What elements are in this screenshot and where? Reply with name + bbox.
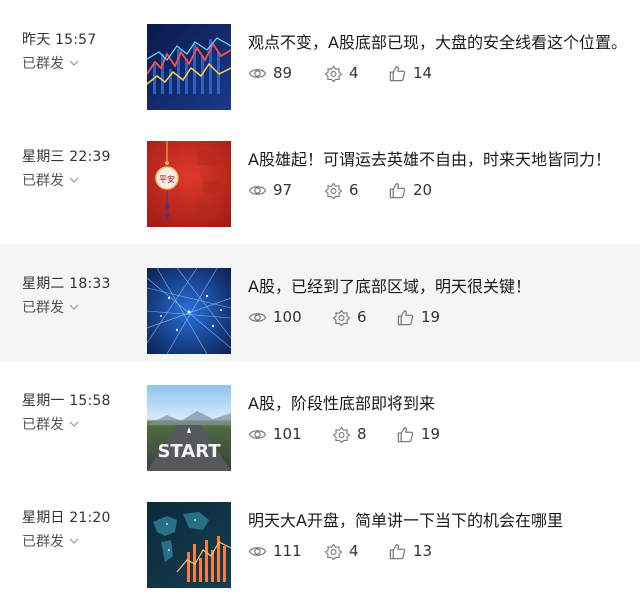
publish-status-label: 已群发: [22, 300, 64, 316]
likes-count: 19: [421, 308, 441, 326]
thumbs-up-icon: [389, 543, 406, 559]
shares-count: 4: [349, 542, 359, 560]
views-stat: 101: [248, 424, 302, 444]
publish-status[interactable]: 已群发: [22, 53, 80, 73]
publish-time: 星期三 22:39: [22, 149, 111, 165]
chevron-down-icon: [69, 177, 79, 183]
share-icon: [324, 182, 343, 199]
article-row[interactable]: 星期日 21:20 已群发 明天大A开盘，简单讲一下当下的机会在哪里 111 4…: [0, 478, 640, 595]
eye-icon: [248, 185, 267, 195]
likes-stat: 13: [388, 541, 432, 561]
start-road-thumbnail[interactable]: START: [147, 385, 231, 471]
publish-status[interactable]: 已群发: [22, 170, 80, 190]
shares-count: 6: [357, 308, 367, 326]
article-list: 昨天 15:57 已群发 观点不变，A股底部已现，大盘的安全线看这个位置。 89…: [0, 0, 640, 589]
shares-stat: 6: [324, 180, 359, 200]
publish-status-label: 已群发: [22, 173, 64, 189]
thumbs-up-icon: [389, 182, 406, 198]
publish-status-label: 已群发: [22, 417, 64, 433]
views-count: 100: [273, 308, 302, 326]
publish-status[interactable]: 已群发: [22, 531, 80, 551]
publish-time: 星期一 15:58: [22, 393, 111, 409]
views-stat: 111: [248, 541, 302, 561]
share-icon: [332, 309, 351, 326]
eye-icon: [248, 546, 267, 556]
thumbs-up-icon: [389, 65, 406, 81]
stock-chart-thumbnail[interactable]: [147, 24, 231, 110]
publish-time: 星期二 18:33: [22, 276, 111, 292]
shares-count: 4: [349, 64, 359, 82]
views-stat: 100: [248, 307, 302, 327]
road-text: START: [157, 441, 221, 462]
article-row[interactable]: 星期一 15:58 已群发 START A股，阶段性底部即将到来 101 8 1…: [0, 361, 640, 478]
shares-stat: 4: [324, 541, 359, 561]
share-icon: [332, 426, 351, 443]
views-stat: 89: [248, 63, 292, 83]
likes-stat: 19: [396, 424, 440, 444]
shares-stat: 4: [324, 63, 359, 83]
share-icon: [324, 543, 343, 560]
views-count: 97: [273, 181, 293, 199]
article-row[interactable]: 昨天 15:57 已群发 观点不变，A股底部已现，大盘的安全线看这个位置。 89…: [0, 0, 640, 117]
views-count: 101: [273, 425, 302, 443]
network-lines-thumbnail[interactable]: [147, 268, 231, 354]
article-row[interactable]: 星期三 22:39 已群发 平安 A股雄起！可谓运去英雄不自由，时来天地皆同力！: [0, 117, 640, 234]
publish-time: 昨天 15:57: [22, 32, 97, 48]
article-title[interactable]: 观点不变，A股底部已现，大盘的安全线看这个位置。: [248, 29, 627, 53]
thumbs-up-icon: [397, 426, 414, 442]
eye-icon: [248, 312, 267, 322]
shares-stat: 6: [332, 307, 367, 327]
red-lantern-thumbnail[interactable]: 平安: [147, 141, 231, 227]
eye-icon: [248, 68, 267, 78]
shares-stat: 8: [332, 424, 367, 444]
likes-stat: 14: [388, 63, 432, 83]
article-title[interactable]: A股，阶段性底部即将到来: [248, 390, 435, 414]
likes-count: 13: [413, 542, 433, 560]
views-stat: 97: [248, 180, 292, 200]
article-title[interactable]: 明天大A开盘，简单讲一下当下的机会在哪里: [248, 507, 563, 531]
chevron-down-icon: [69, 304, 79, 310]
likes-stat: 19: [396, 307, 440, 327]
likes-count: 14: [413, 64, 433, 82]
likes-stat: 20: [388, 180, 432, 200]
publish-status-label: 已群发: [22, 534, 64, 550]
shares-count: 8: [357, 425, 367, 443]
world-map-chart-thumbnail[interactable]: [147, 502, 231, 588]
thumbs-up-icon: [397, 309, 414, 325]
publish-time: 星期日 21:20: [22, 510, 111, 526]
publish-status-label: 已群发: [22, 56, 64, 72]
chevron-down-icon: [69, 421, 79, 427]
chevron-down-icon: [69, 60, 79, 66]
shares-count: 6: [349, 181, 359, 199]
lantern-text: 平安: [159, 174, 175, 184]
publish-status[interactable]: 已群发: [22, 297, 80, 317]
article-title[interactable]: A股，已经到了底部区域，明天很关键！: [248, 273, 531, 297]
likes-count: 20: [413, 181, 433, 199]
views-count: 89: [273, 64, 293, 82]
publish-status[interactable]: 已群发: [22, 414, 80, 434]
article-title[interactable]: A股雄起！可谓运去英雄不自由，时来天地皆同力！: [248, 146, 611, 170]
chevron-down-icon: [69, 538, 79, 544]
share-icon: [324, 65, 343, 82]
eye-icon: [248, 429, 267, 439]
likes-count: 19: [421, 425, 441, 443]
article-row[interactable]: 星期二 18:33 已群发 A股，已经到了底部区域，明天很关键！ 100 6 1…: [0, 244, 640, 361]
views-count: 111: [273, 542, 302, 560]
